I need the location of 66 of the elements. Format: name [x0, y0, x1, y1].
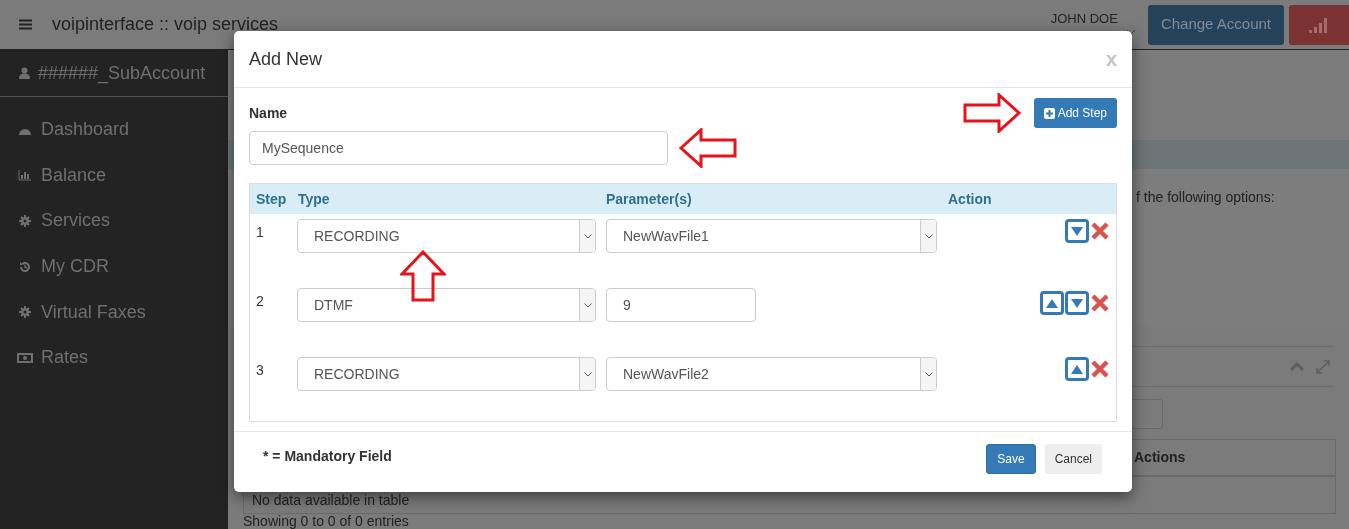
bar-chart-icon	[18, 169, 32, 182]
cancel-button[interactable]: Cancel	[1044, 444, 1102, 474]
step-number: 3	[255, 361, 265, 380]
gear-icon	[19, 215, 31, 227]
annotation-arrow	[679, 128, 739, 168]
step-number: 2	[255, 292, 265, 311]
triangle-up-icon	[1071, 364, 1083, 374]
delete-button[interactable]	[1090, 293, 1110, 313]
close-icon	[1091, 360, 1109, 378]
column-header: Step	[255, 189, 288, 209]
user-icon	[19, 67, 30, 79]
type-select[interactable]: RECORDING	[297, 219, 596, 253]
signal-button[interactable]	[1289, 4, 1349, 45]
menu-icon[interactable]	[19, 19, 32, 30]
name-field[interactable]: MySequence	[249, 131, 668, 165]
sidebar-item[interactable]: Virtual Faxes	[0, 289, 228, 335]
empty-table-text: No data available in table	[252, 491, 410, 510]
move-up-button[interactable]	[1065, 357, 1089, 381]
caret-icon	[583, 233, 592, 239]
table-info: Showing 0 to 0 of 0 entries	[243, 514, 410, 529]
plus-square-icon	[1043, 107, 1055, 119]
annotation-arrow	[400, 250, 446, 302]
step-number: 1	[255, 223, 265, 242]
save-button[interactable]: Save	[986, 444, 1036, 474]
parameter-select[interactable]: NewWavFile1	[606, 219, 937, 253]
mandatory-note: * = Mandatory Field	[263, 446, 392, 466]
move-down-button[interactable]	[1065, 219, 1089, 243]
delete-button[interactable]	[1090, 359, 1110, 379]
triangle-down-icon	[1071, 298, 1083, 308]
gear-icon	[19, 306, 31, 319]
parameter-select[interactable]: NewWavFile2	[606, 357, 937, 391]
close-icon	[1091, 294, 1109, 312]
signal-bars-icon	[1309, 16, 1329, 33]
sidebar-item[interactable]: Services	[0, 198, 228, 244]
caret-icon	[924, 371, 933, 377]
triangle-down-icon	[1071, 226, 1083, 236]
history-icon	[19, 260, 31, 273]
app-title: voipinterface :: voip services	[52, 13, 279, 36]
close-icon	[1091, 222, 1109, 240]
sidebar-item[interactable]: Dashboard	[0, 107, 228, 153]
sidebar-item[interactable]: Rates	[0, 334, 228, 381]
name-label: Name	[249, 105, 289, 121]
banknote-icon	[17, 351, 33, 364]
dialog-title: Add New	[249, 47, 323, 71]
move-down-button[interactable]	[1065, 291, 1089, 315]
column-header: Actions	[1134, 448, 1186, 467]
parameter-field[interactable]: 9	[606, 288, 756, 322]
column-header: Action	[948, 189, 993, 209]
add-step-button[interactable]: Add Step	[1033, 98, 1117, 128]
user-name: JOHN DOE	[1050, 10, 1118, 28]
change-account-button[interactable]: Change Account	[1147, 4, 1284, 45]
type-select[interactable]: RECORDING	[297, 357, 596, 391]
triangle-up-icon	[1046, 298, 1058, 308]
type-select[interactable]: DTMF	[297, 288, 596, 322]
column-header: Parameter(s)	[606, 189, 693, 209]
column-header: Type	[297, 189, 331, 209]
sidebar-item[interactable]: My CDR	[0, 243, 228, 290]
delete-button[interactable]	[1090, 221, 1110, 241]
sidebar-item[interactable]: Balance	[0, 152, 228, 199]
move-up-button[interactable]	[1040, 291, 1064, 315]
account-name: ######_SubAccount	[38, 61, 206, 86]
options-text: f the following options:	[1136, 189, 1275, 206]
caret-icon	[583, 371, 592, 377]
caret-icon	[583, 302, 592, 308]
caret-icon	[924, 233, 933, 239]
annotation-arrow	[962, 93, 1023, 133]
